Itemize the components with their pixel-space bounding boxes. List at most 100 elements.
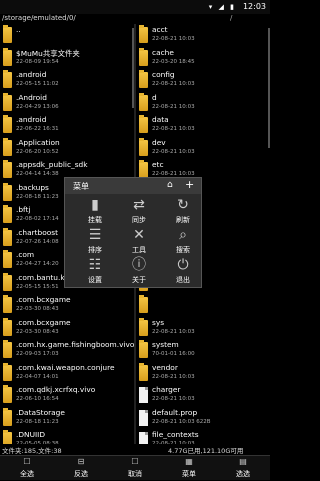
left-list-item[interactable]: .android 22-05-15 11:02: [0, 69, 134, 92]
right-list-item[interactable]: config 22-08-21 10:03: [136, 69, 270, 92]
item-name: ..: [16, 25, 21, 34]
folder-icon: [3, 407, 12, 426]
menu-item-exit[interactable]: ⏻ 退出: [163, 256, 203, 286]
left-list-item[interactable]: .com.qdkj.xcrfxq.vivo 22-06-10 16:54: [0, 384, 134, 407]
menu-item-refresh[interactable]: ↻ 刷新: [163, 196, 203, 226]
right-list-item[interactable]: charger 22-08-21 10:03: [136, 384, 270, 407]
refresh-icon: ↻: [177, 197, 189, 213]
folder-icon: [139, 137, 148, 156]
folder-icon: [139, 25, 148, 43]
menu-item-tools[interactable]: ✕ 工具: [119, 226, 159, 256]
item-name: .com.qdkj.xcrfxq.vivo: [16, 385, 96, 394]
item-date: 22-08-02 17:14: [16, 216, 59, 222]
item-name: d: [152, 92, 157, 102]
item-date: 22-06-10 16:54: [16, 396, 59, 402]
folder-icon: [3, 160, 12, 178]
menu-item-about[interactable]: ⓘ 关于: [119, 256, 159, 286]
add-icon[interactable]: +: [185, 178, 194, 191]
item-date: 22-08-21 10:03 622B: [152, 418, 211, 425]
right-list-item[interactable]: [136, 294, 270, 317]
menu-item-mount[interactable]: ▮ 挂载: [75, 196, 115, 226]
right-list-item[interactable]: data 22-08-21 10:03: [136, 114, 270, 137]
right-list-item[interactable]: system 70-01-01 16:00: [136, 339, 270, 362]
folder-icon: [3, 430, 12, 444]
right-list-item[interactable]: file_contexts 22-08-21 10:03: [136, 429, 270, 444]
folder-icon: [3, 70, 12, 88]
right-list-item[interactable]: dev 22-08-21 10:03: [136, 137, 270, 160]
storage-usage: 4.77G已用,121.10G可用: [168, 447, 244, 455]
right-list-item[interactable]: d 22-08-21 10:03: [136, 92, 270, 115]
left-list-item[interactable]: .com.bcxgame 22-03-30 08:43: [0, 317, 134, 340]
right-scrollbar[interactable]: [268, 28, 270, 148]
select-button[interactable]: ▤ 选选: [216, 456, 270, 481]
toolbar-label: 全选: [20, 470, 34, 478]
item-date: 22-09-03 17:03: [16, 351, 59, 357]
left-list-item[interactable]: .Android 22-04-29 13:06: [0, 92, 134, 115]
left-list-item[interactable]: .Application 22-06-20 10:52: [0, 137, 134, 160]
folder-icon: [3, 25, 12, 43]
right-list-item[interactable]: cache 22-03-20 18:45: [136, 47, 270, 70]
item-date: 22-04-07 14:01: [16, 373, 59, 380]
invert-select-button[interactable]: ⊟ 反选: [54, 456, 108, 481]
item-name: .com.bcxgame: [16, 317, 71, 327]
left-list-item[interactable]: .DNUIID 22-05-05 08:38: [0, 429, 134, 444]
left-list-item[interactable]: .com.kwai.weapon.conjure 22-04-07 14:01: [0, 362, 134, 385]
item-name: vendor: [152, 362, 178, 372]
folder-icon: [3, 250, 12, 268]
invert-select-icon: ⊟: [77, 457, 85, 466]
item-date: 22-03-30 08:43: [16, 328, 59, 335]
mount-icon: ▮: [91, 197, 99, 213]
left-scrollbar[interactable]: [132, 28, 134, 108]
right-list-item[interactable]: sys 22-08-21 10:03: [136, 317, 270, 340]
left-list-item[interactable]: .DataStorage 22-08-18 11:23: [0, 407, 134, 430]
right-list-item[interactable]: default.prop 22-08-21 10:03 622B: [136, 407, 270, 430]
left-list-item[interactable]: .com.bcxgame 22-03-30 08:43: [0, 294, 134, 317]
item-name: .DataStorage: [16, 407, 65, 417]
item-date: 22-04-29 13:06: [16, 103, 59, 110]
right-list-item[interactable]: acct 22-08-21 10:03: [136, 24, 270, 47]
folder-icon: [3, 205, 12, 223]
select-icon: ▤: [239, 457, 247, 466]
menu-popup: 菜单 ⌂ + ▮ 挂载 ⇄ 同步 ↻ 刷新 ☰ 排序 ✕ 工具 ⌕ 搜索 ☷ 设置 ⓘ 关于 ⏻ 退出: [64, 177, 202, 288]
item-name: system: [152, 340, 179, 349]
select-all-icon: ☐: [23, 457, 31, 466]
menu-item-label: 刷新: [176, 216, 190, 224]
folder-icon: [3, 227, 12, 246]
home-icon[interactable]: ⌂: [167, 180, 173, 190]
item-date: 22-05-15 15:51: [16, 283, 59, 290]
menu-item-label: 排序: [88, 246, 102, 254]
item-date: 22-08-21 10:03: [152, 81, 195, 87]
toolbar-label: 菜单: [182, 470, 196, 478]
left-list-item[interactable]: $MuMu共享文件夹 22-08-09 19:54: [0, 47, 134, 70]
toolbar-label: 反选: [74, 470, 88, 478]
select-all-button[interactable]: ☐ 全选: [0, 456, 54, 481]
status-time: 12:03: [242, 2, 266, 11]
menu-item-label: 工具: [132, 246, 146, 254]
folder-icon: [3, 272, 12, 291]
folder-icon: [3, 340, 12, 358]
cancel-button[interactable]: ☐ 取消: [108, 456, 162, 481]
folder-file-count: 文件夹:185,文件:38: [2, 447, 62, 455]
left-path[interactable]: /storage/emulated/0/: [2, 14, 76, 22]
menu-header: 菜单 ⌂ +: [65, 178, 201, 194]
folder-icon: [3, 362, 12, 381]
left-list-item[interactable]: .com.hx.game.fishingboom.vivo 22-09-03 17…: [0, 339, 134, 362]
item-name: cache: [152, 47, 174, 57]
menu-button[interactable]: ▦ 菜单: [162, 456, 216, 481]
folder-icon: [139, 295, 148, 313]
right-list-item[interactable]: vendor 22-08-21 10:03: [136, 362, 270, 385]
menu-item-search[interactable]: ⌕ 搜索: [163, 226, 203, 256]
left-list-item[interactable]: ..: [0, 24, 134, 47]
right-path[interactable]: /: [230, 14, 232, 22]
menu-item-sort[interactable]: ☰ 排序: [75, 226, 115, 256]
menu-item-label: 搜索: [176, 246, 190, 254]
menu-item-settings[interactable]: ☷ 设置: [75, 256, 115, 286]
left-list-item[interactable]: .android 22-06-22 16:31: [0, 114, 134, 137]
menu-item-label: 设置: [88, 276, 102, 284]
exit-icon: ⏻: [177, 257, 189, 273]
folder-icon: [3, 182, 12, 201]
item-name: data: [152, 115, 169, 124]
status-bar: ▾ ◢ ▮ 12:03: [0, 0, 270, 14]
settings-icon: ☷: [88, 257, 102, 273]
menu-item-sync[interactable]: ⇄ 同步: [119, 196, 159, 226]
